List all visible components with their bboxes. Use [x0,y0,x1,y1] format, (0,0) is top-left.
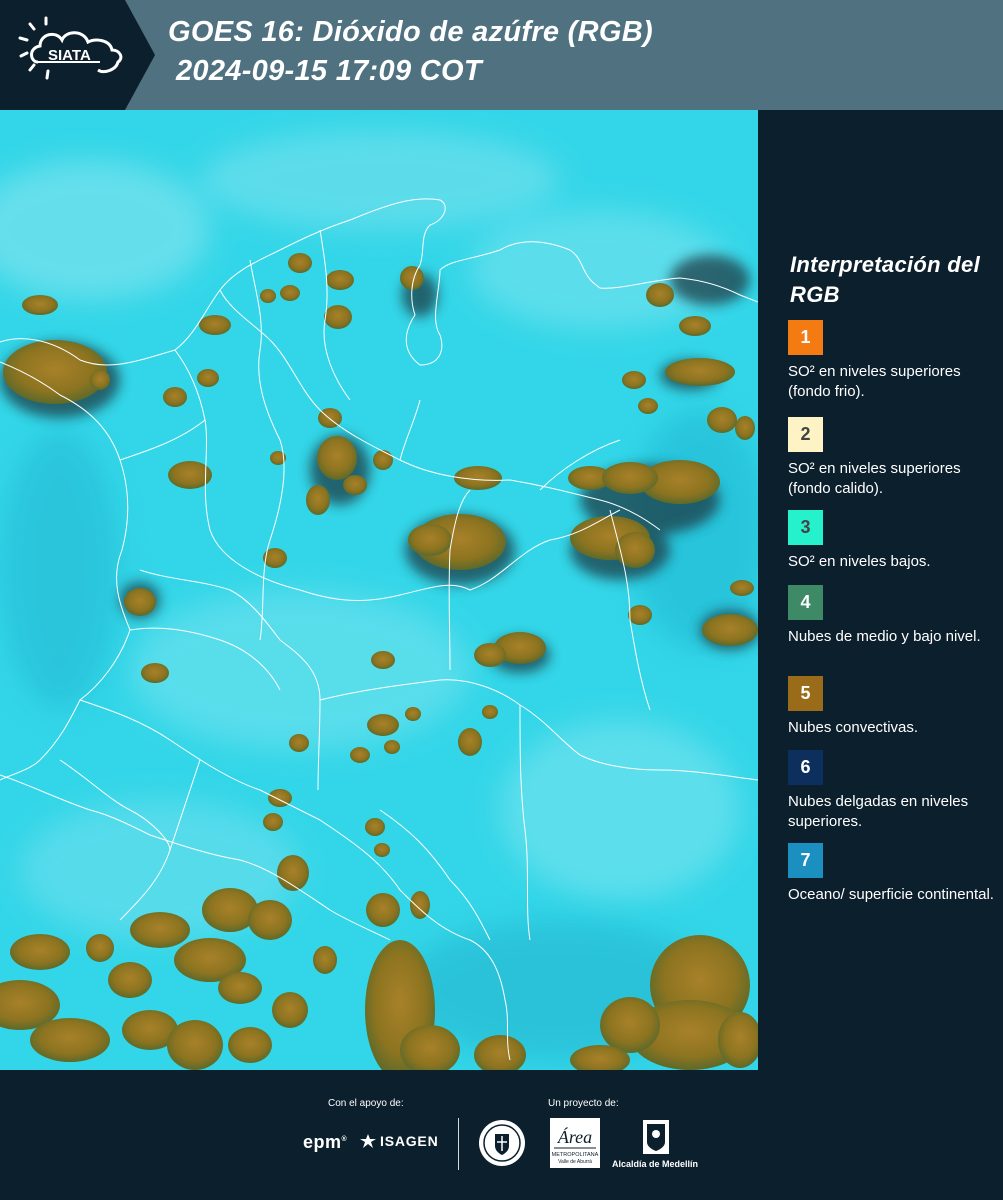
legend-swatch-7: 7 [788,843,823,878]
isagen-logo: ISAGEN [360,1133,438,1149]
satellite-image [0,110,758,1070]
legend-panel: Interpretación del RGB 1 SO² en niveles … [765,110,1003,1070]
footer-bar: Con el apoyo de: Un proyecto de: epm® IS… [0,1070,1003,1200]
legend-item-1: 1 SO² en niveles superiores (fondo frio)… [788,320,998,402]
area-metropolitana-logo: Área METROPOLITANA Valle de Aburrá [550,1118,600,1173]
siata-logo: SIATA [0,0,155,110]
header-bar: SIATA GOES 16: Dióxido de azúfre (RGB) 2… [0,0,1003,110]
siata-logo-graphic: SIATA [0,0,155,110]
isagen-mark-icon [360,1133,376,1149]
legend-description-1: SO² en niveles superiores (fondo frio). [788,363,961,400]
legend-item-4: 4 Nubes de medio y bajo nivel. [788,585,998,667]
legend-swatch-3: 3 [788,510,823,545]
page-timestamp: 2024-09-15 17:09 COT [176,55,482,87]
legend-swatch-2: 2 [788,417,823,452]
epm-logo-text: epm [303,1132,342,1152]
legend-item-2: 2 SO² en niveles superiores (fondo calid… [788,417,998,499]
area-logo-top-text: Área [557,1126,592,1147]
isagen-logo-text: ISAGEN [380,1133,439,1149]
page-title: GOES 16: Dióxido de azúfre (RGB) [168,16,653,48]
legend-swatch-5: 5 [788,676,823,711]
epm-logo: epm® [303,1132,348,1152]
support-caption: Con el apoyo de: [328,1098,404,1109]
legend-swatch-6: 6 [788,750,823,785]
legend-description-4: Nubes de medio y bajo nivel. [788,628,981,645]
satellite-map[interactable] [0,110,758,1070]
university-seal-icon [477,1118,527,1173]
legend-item-5: 5 Nubes convectivas. [788,676,998,758]
project-caption: Un proyecto de: [548,1098,619,1109]
siata-logo-text: SIATA [48,47,91,64]
legend-swatch-1: 1 [788,320,823,355]
legend-description-7: Oceano/ superficie continental. [788,886,994,903]
footer-divider [458,1118,459,1170]
area-logo-mid-text: METROPOLITANA [552,1152,599,1158]
area-logo-bottom-text: Valle de Aburrá [558,1159,592,1165]
alcaldia-text: Alcaldía de Medellín [612,1159,699,1169]
legend-description-2: SO² en niveles superiores (fondo calido)… [788,460,961,497]
legend-title: Interpretación del RGB [790,252,980,307]
legend-item-6: 6 Nubes delgadas en niveles superiores. [788,750,998,832]
alcaldia-shield-icon [612,1118,702,1161]
legend-item-3: 3 SO² en niveles bajos. [788,510,998,592]
legend-description-6: Nubes delgadas en niveles superiores. [788,793,969,830]
legend-item-7: 7 Oceano/ superficie continental. [788,843,998,925]
legend-swatch-4: 4 [788,585,823,620]
